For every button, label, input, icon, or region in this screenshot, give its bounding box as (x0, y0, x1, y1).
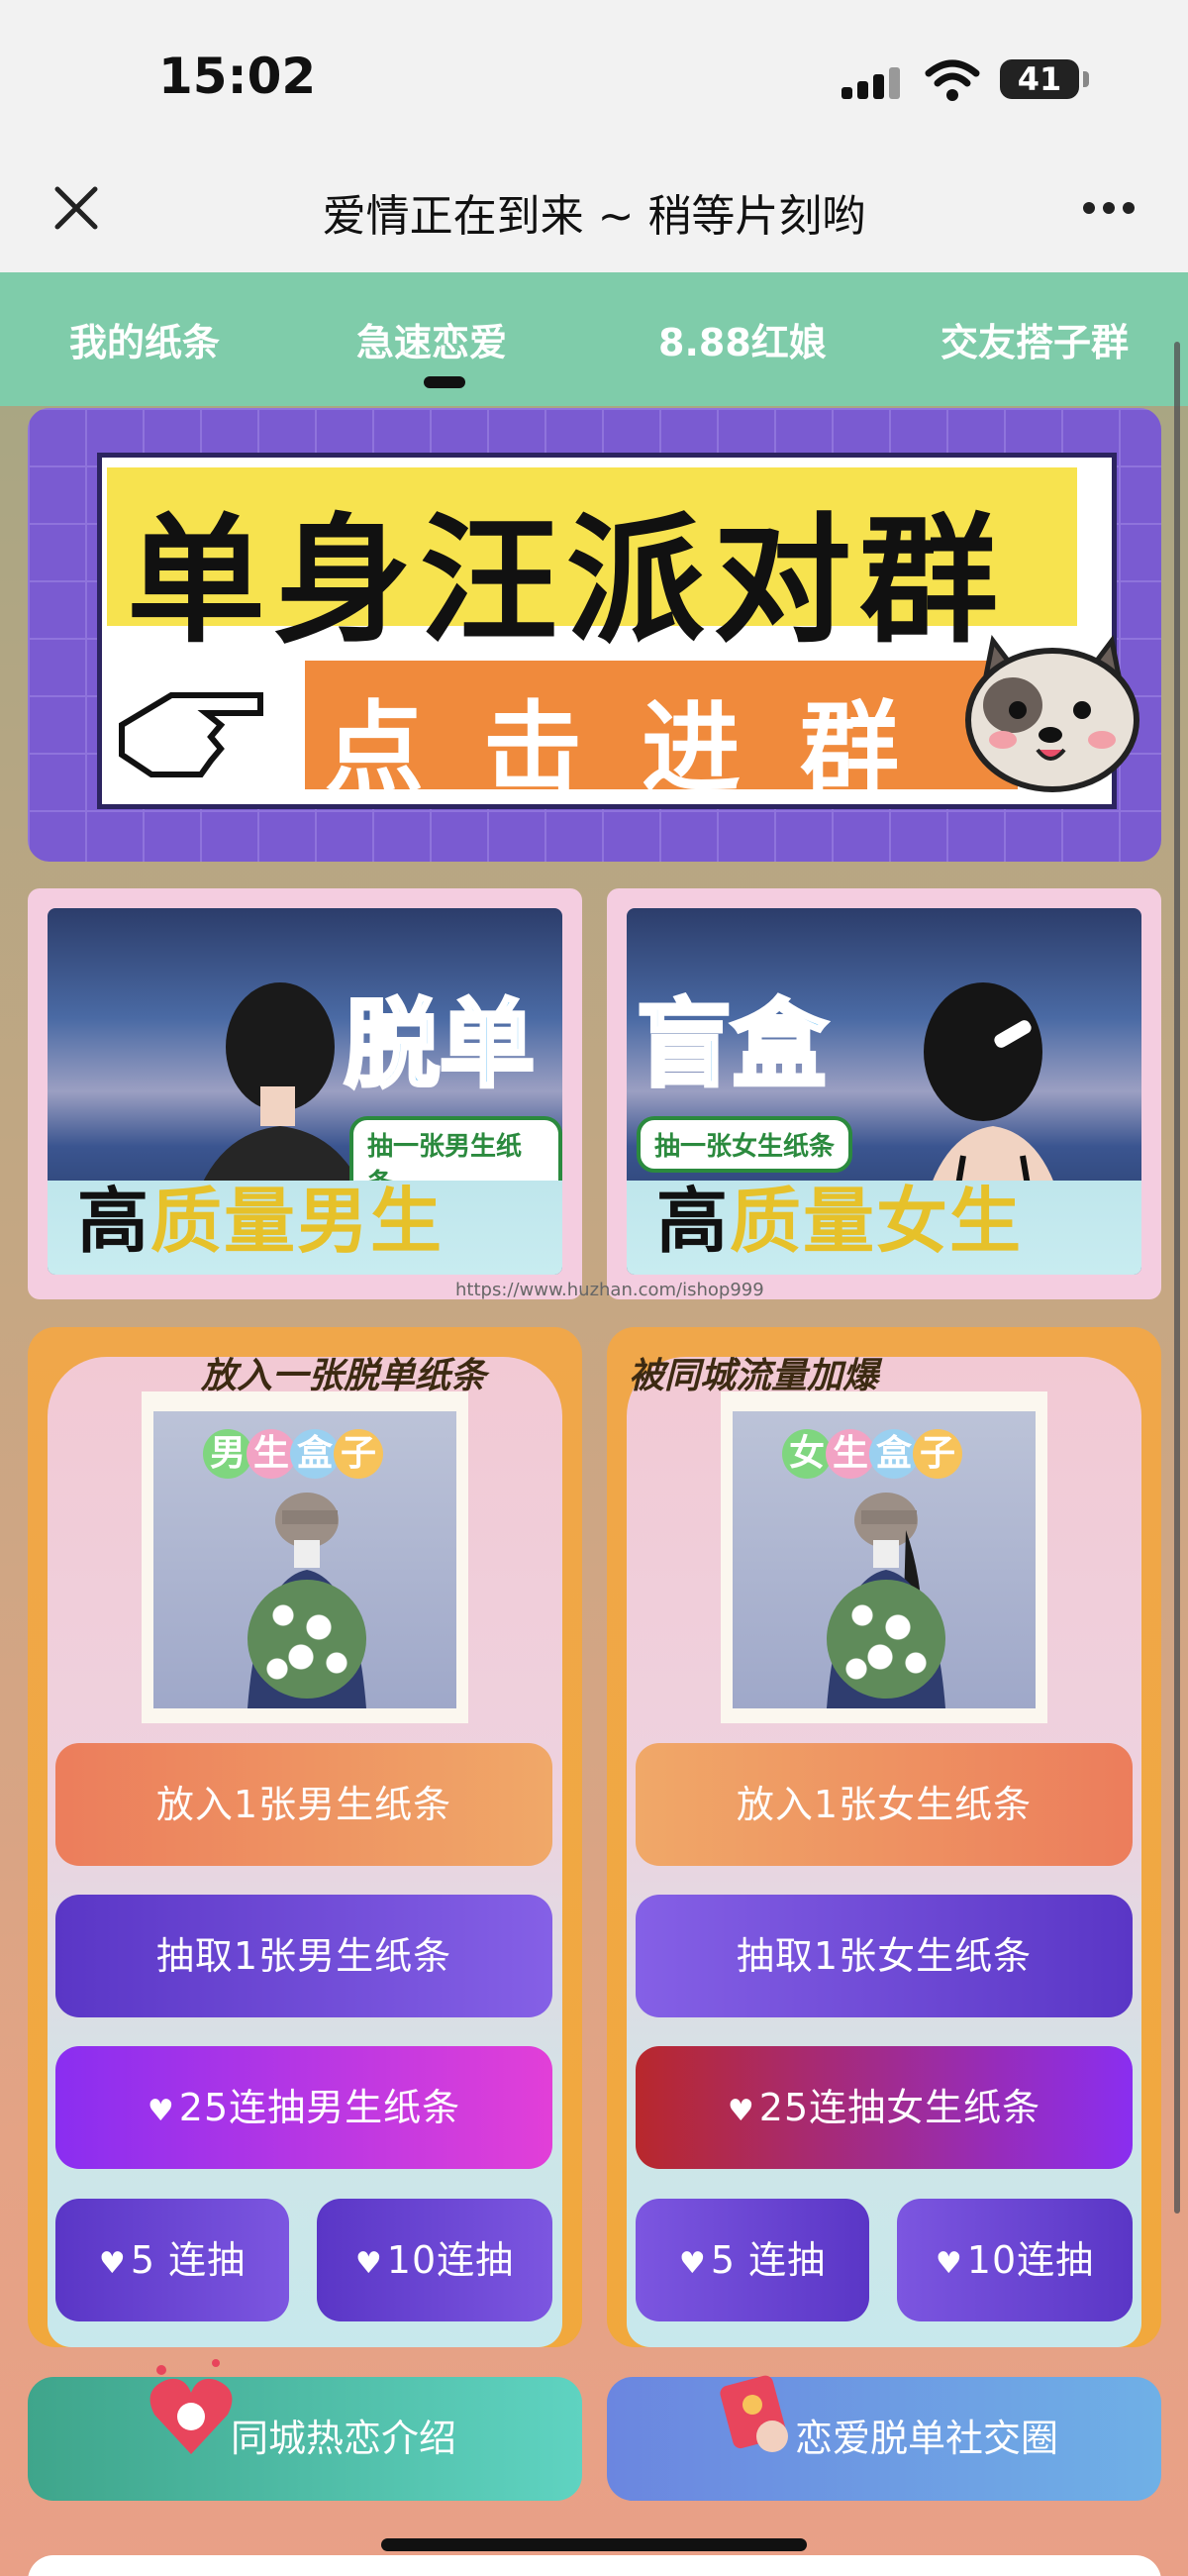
card-headline: 高质量女生 (656, 1180, 1024, 1263)
pointing-hand-icon (119, 692, 263, 777)
box-label: 男生盒子 (203, 1429, 383, 1479)
cellular-signal-icon (842, 65, 911, 99)
heart-icon: ♥ (727, 2094, 755, 2128)
banner-join-text: 点击进群 (325, 690, 958, 806)
put-female-note-button[interactable]: 放入1张女生纸条 (636, 1743, 1133, 1866)
bottom-right-label: 恋爱脱单社交圈 (795, 2417, 1059, 2460)
more-options-icon[interactable] (1079, 198, 1138, 218)
put-male-note-button[interactable]: 放入1张男生纸条 (55, 1743, 552, 1866)
draw10-male-button[interactable]: ♥ 10连抽 (317, 2199, 552, 2321)
scrollbar[interactable] (1174, 342, 1180, 2214)
card-big-text: 盲盒 (635, 987, 829, 1102)
battery-indicator: 41 (1000, 59, 1089, 99)
female-blindbox-card[interactable]: 盲盒 抽一张女生纸条 高质量女生 (607, 888, 1161, 1299)
wifi-icon (925, 59, 980, 101)
card-image: 盲盒 抽一张女生纸条 高质量女生 (627, 908, 1141, 1275)
tab-my-notes[interactable]: 我的纸条 (69, 312, 220, 366)
card-image: 脱单 抽一张男生纸条 高质量男生 (48, 908, 562, 1275)
photo-image: 女生盒子 (733, 1411, 1036, 1708)
heart-icon: ♥ (98, 2246, 127, 2281)
female-box-photo: 女生盒子 (721, 1391, 1047, 1723)
flower-bouquet (248, 1580, 366, 1699)
heart-icon: ♥ (678, 2246, 707, 2281)
flower-bouquet (827, 1580, 945, 1699)
draw5-female-button[interactable]: ♥ 5 连抽 (636, 2199, 869, 2321)
active-tab-indicator (424, 376, 465, 388)
tab-quick-love[interactable]: 急速恋爱 (356, 312, 507, 366)
heart-icon: ♥ (147, 2094, 175, 2128)
draw25-female-button[interactable]: ♥ 25连抽女生纸条 (636, 2046, 1133, 2169)
male-box-photo: 男生盒子 (142, 1391, 468, 1723)
card-headline: 高质量男生 (77, 1180, 445, 1263)
bottom-left-label: 同城热恋介绍 (231, 2417, 457, 2460)
draw25-male-button[interactable]: ♥ 25连抽男生纸条 (55, 2046, 552, 2169)
local-love-intro-button[interactable]: 同城热恋介绍 (28, 2359, 582, 2501)
draw10-female-button[interactable]: ♥ 10连抽 (897, 2199, 1133, 2321)
bottom-sheet-edge (28, 2555, 1161, 2576)
dog-icon (965, 635, 1139, 792)
draw-male-note-button[interactable]: 抽取1张男生纸条 (55, 1895, 552, 2017)
tab-matchmaker[interactable]: 8.88红娘 (658, 312, 827, 366)
card-big-text: 脱单 (343, 987, 537, 1102)
watermark: https://www.huzhan.com/ishop999 (455, 1280, 764, 1300)
party-group-banner[interactable]: 单身汪派对群 点击进群 (28, 408, 1161, 862)
draw5-male-button[interactable]: ♥ 5 连抽 (55, 2199, 289, 2321)
banner-title: 单身汪派对群 (127, 501, 1007, 663)
heart-mascot-icon (149, 2359, 233, 2454)
draw-female-note-button[interactable]: 抽取1张女生纸条 (636, 1895, 1133, 2017)
heart-icon: ♥ (935, 2246, 963, 2281)
page-title: 爱情正在到来 ~ 稍等片刻哟 (322, 191, 866, 242)
home-indicator[interactable] (381, 2538, 807, 2551)
male-blindbox-card[interactable]: 脱单 抽一张男生纸条 高质量男生 (28, 888, 582, 1299)
heart-icon: ♥ (354, 2246, 383, 2281)
dating-social-circle-button[interactable]: 恋爱脱单社交圈 (607, 2375, 1161, 2501)
tab-friend-group[interactable]: 交友搭子群 (940, 312, 1129, 366)
tab-bar: 我的纸条 急速恋爱 8.88红娘 交友搭子群 (0, 272, 1188, 406)
photo-image: 男生盒子 (153, 1411, 456, 1708)
red-envelope-icon (720, 2375, 788, 2452)
box-label: 女生盒子 (782, 1429, 962, 1479)
status-time: 15:02 (158, 48, 317, 105)
